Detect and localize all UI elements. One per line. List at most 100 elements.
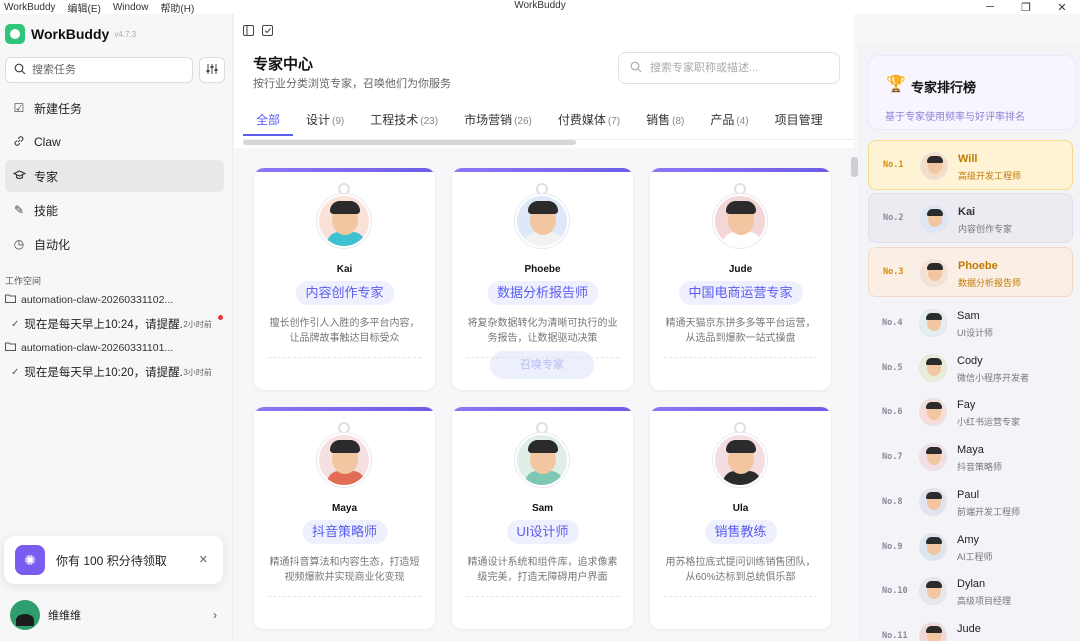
card-divider [268,596,421,597]
tab-label: 项目管理 [774,113,823,127]
workspace-folder[interactable]: automation-claw-20260331101... [0,338,232,358]
rank-avatar [919,353,947,382]
card-divider [466,596,619,597]
ranking-item[interactable]: No.6 Fay 小红书运营专家 [868,387,1073,437]
tab-count: (23) [420,116,439,127]
tab-engineering[interactable]: 工程技术 (23) [357,106,451,136]
workbuddy-logo-icon [5,24,25,44]
rank-role: 前端开发工程师 [957,506,1021,517]
ranking-item[interactable]: No.9 Amy AI工程师 [868,522,1073,572]
nav-claw[interactable]: Claw [5,126,224,158]
ranking-item[interactable]: No.4 Sam UI设计师 [868,298,1073,348]
expert-card[interactable]: Ula 销售教练 用苏格拉底式提问训练销售团队，从60%达标到总统俱乐部 [650,407,831,629]
workspace-task[interactable]: ✓ 现在是每天早上10:24，请提醒... 2小时前 [0,310,232,338]
ranking-item[interactable]: No.2 Kai 内容创作专家 [868,193,1073,243]
rank-avatar [920,259,948,287]
expert-role-badge: 内容创作专家 [295,281,394,305]
tab-label: 产品 [710,113,735,127]
tab-product[interactable]: 产品 (4) [697,106,761,136]
ranking-item[interactable]: No.5 Cody 微信小程序开发者 [868,343,1073,393]
workspace-folder[interactable]: automation-claw-20260331102... [0,290,232,310]
expert-description: 精通抖音算法和内容生态，打造短视频爆款并实现商业化变现 [269,557,420,583]
expert-role-badge: 中国电商运营专家 [678,281,803,305]
expert-avatar [317,433,371,487]
ranking-item[interactable]: No.3 Phoebe 数据分析报告师 [868,247,1073,297]
nav-experts[interactable]: 专家 [5,160,224,192]
menu-window[interactable]: Window [107,2,155,13]
avatar-hair [926,581,942,589]
rank-name: Jude [957,622,981,635]
expert-search-box[interactable] [618,52,840,84]
ranking-item[interactable]: No.10 Dylan 高级项目经理 [868,566,1073,616]
check-icon: ✓ [11,318,20,330]
tab-count: (26) [514,116,532,127]
ranking-header: 🏆 专家排行榜 基于专家使用频率与好评率排名 [868,55,1076,130]
rank-name: Fay [957,399,976,412]
ranking-item[interactable]: No.7 Maya 抖音策略师 [868,432,1073,482]
tab-design[interactable]: 设计 (9) [293,106,357,136]
tab-label: 付费媒体 [557,113,606,127]
hire-expert-button[interactable]: 召唤专家 [490,351,594,379]
rank-name: Will [958,153,978,165]
expert-card[interactable]: Maya 抖音策略师 精通抖音算法和内容生态，打造短视频爆款并实现商业化变现 [254,407,435,629]
nav-skills[interactable]: ✎ 技能 [5,194,224,226]
menu-app[interactable]: WorkBuddy [0,2,62,13]
workspace-heading: 工作空间 [5,276,42,286]
expert-card[interactable]: Phoebe 数据分析报告师 将复杂数据转化为清晰可执行的业务报告，让数据驱动决策召… [452,168,633,390]
ranking-item[interactable]: No.11Jude中国电商运营专家 [868,611,1073,641]
task-search-input[interactable] [32,64,182,76]
page-title: 专家中心 [253,56,314,73]
workspace-folder-name: automation-claw-20260331101... [21,342,174,354]
avatar-hair [926,402,942,410]
grid-scrollbar[interactable] [851,157,858,177]
avatar-hair [726,201,756,214]
rank-role: UI设计师 [957,328,994,338]
collapse-sidebar-icon[interactable] [243,25,254,39]
rank-role: 高级开发工程师 [958,171,1022,181]
menu-edit[interactable]: 编辑(E) [62,0,107,15]
nav-new-task[interactable]: ☑ 新建任务 [5,92,224,124]
close-icon[interactable]: ✕ [1044,0,1080,14]
expert-name: Phoebe [524,264,561,275]
tab-label: 工程技术 [370,113,419,127]
maximize-icon[interactable]: ❐ [1008,0,1044,14]
app-version: v4.7.3 [114,29,137,39]
avatar [10,600,40,630]
folder-icon [5,342,16,354]
tab-paid-media[interactable]: 付费媒体 (7) [545,106,633,136]
menu-help[interactable]: 帮助(H) [154,0,200,15]
new-task-icon[interactable] [262,25,273,39]
tab-all[interactable]: 全部 [243,106,294,136]
ranking-title: 专家排行榜 [911,80,977,95]
rank-number: No.3 [883,267,904,277]
tab-marketing[interactable]: 市场营销 (26) [451,106,545,136]
avatar-hair [726,440,756,453]
expert-description: 精通天猫京东拼多多等平台运营，从选品到爆款一站式操盘 [665,318,816,344]
rank-number: No.9 [882,541,903,552]
expert-card[interactable]: Jude 中国电商运营专家 精通天猫京东拼多多等平台运营，从选品到爆款一站式操盘 [650,168,831,390]
expert-search-input[interactable] [650,62,830,74]
rank-number: No.2 [883,213,904,223]
user-profile[interactable]: 维维维 › [10,600,223,630]
checkbox-icon: ☑ [13,101,25,115]
close-icon[interactable]: ✕ [199,553,208,566]
avatar-hair [926,447,942,455]
tab-sales[interactable]: 销售 (8) [633,106,697,136]
expert-card[interactable]: Sam UI设计师 精通设计系统和组件库，追求像素级完美，打造无障碍用户界面 [452,407,633,629]
nav-automation[interactable]: ◷ 自动化 [5,228,224,260]
expert-card[interactable]: Kai 内容创作专家 擅长创作引人入胜的多平台内容，让品牌故事触达目标受众 [254,168,435,390]
minimize-icon[interactable]: ─ [972,0,1008,14]
rank-avatar [919,621,947,641]
ranking-item[interactable]: No.8 Paul 前端开发工程师 [868,477,1073,527]
expert-avatar [317,194,371,248]
points-notification[interactable]: ✺ 你有 100 积分待领取 ✕ [4,536,223,584]
tabs-scrollbar[interactable] [243,140,576,145]
task-search-box[interactable] [5,57,193,83]
workspace-task[interactable]: ✓ 现在是每天早上10:20，请提醒... 3小时前 [0,358,232,386]
trophy-icon: 🏆 [886,76,906,93]
rank-name: Dylan [957,578,986,591]
tab-project-management[interactable]: 项目管理 [762,106,836,136]
ranking-item[interactable]: No.1 Will 高级开发工程师 [868,140,1073,190]
filter-settings-button[interactable] [199,57,225,83]
rank-avatar [920,205,948,233]
